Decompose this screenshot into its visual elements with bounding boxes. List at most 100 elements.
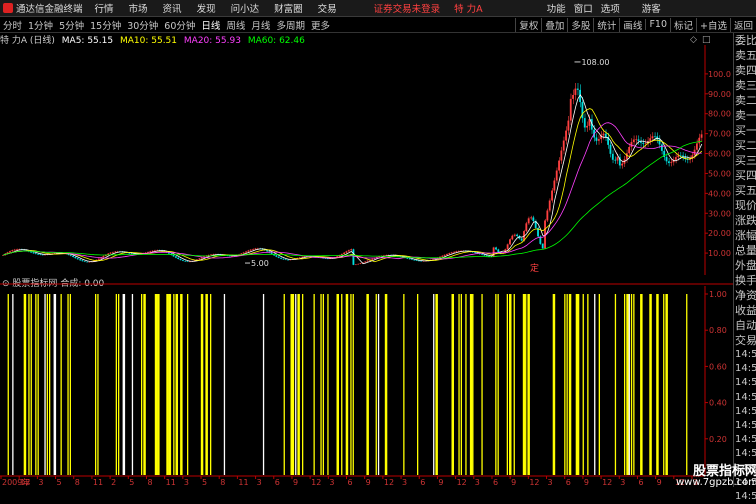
x-tick-label: 5 bbox=[202, 478, 207, 487]
candle-body bbox=[81, 260, 84, 262]
tab-30min[interactable]: 30分钟 bbox=[124, 18, 161, 32]
signal-bar bbox=[118, 294, 120, 475]
draw-line-button[interactable]: 画线 bbox=[619, 17, 645, 32]
quote-field-10: 买五 bbox=[735, 184, 756, 197]
candle-body bbox=[551, 190, 553, 201]
menu-window[interactable]: 窗口 bbox=[574, 1, 593, 15]
tab-15min[interactable]: 15分钟 bbox=[87, 18, 124, 32]
candle-body bbox=[86, 261, 88, 263]
menu-options[interactable]: 选项 bbox=[601, 1, 620, 15]
multi-stock-button[interactable]: 多股 bbox=[567, 17, 593, 32]
candle-body bbox=[357, 263, 360, 265]
menu-wealth-circle[interactable]: 财富圈 bbox=[274, 1, 303, 15]
login-warning[interactable]: 证券交易未登录 bbox=[374, 1, 441, 15]
tab-1min[interactable]: 1分钟 bbox=[25, 18, 56, 32]
menu-news[interactable]: 资讯 bbox=[163, 1, 182, 15]
current-stock-name: 特 力A bbox=[454, 4, 483, 15]
statistics-button[interactable]: 统计 bbox=[593, 17, 619, 32]
signal-bars bbox=[7, 294, 688, 475]
candle-body bbox=[37, 253, 39, 255]
back-button[interactable]: 返回 bbox=[729, 17, 756, 32]
signal-bar bbox=[295, 294, 297, 475]
f10-button[interactable]: F10 bbox=[645, 19, 670, 30]
candle-body bbox=[74, 256, 77, 259]
x-tick-label: 3 bbox=[184, 478, 189, 487]
candle-body bbox=[352, 249, 355, 265]
watermark-title: 股票指标网 bbox=[692, 464, 756, 479]
candle-body bbox=[625, 153, 628, 160]
signal-bar bbox=[384, 294, 388, 475]
menu-trade[interactable]: 交易 bbox=[318, 1, 337, 15]
trade-time-1: 14:5 bbox=[735, 363, 756, 375]
candle-body bbox=[34, 253, 37, 254]
x-tick-label: 3 bbox=[402, 478, 407, 487]
signal-bar bbox=[223, 294, 226, 475]
candle-body bbox=[670, 162, 673, 164]
signal-bar bbox=[302, 294, 304, 475]
signal-bar bbox=[566, 294, 568, 475]
tab-weekly[interactable]: 周线 bbox=[223, 18, 248, 32]
candle-body bbox=[9, 251, 11, 253]
signal-bar bbox=[366, 294, 369, 475]
candle-body bbox=[485, 255, 488, 257]
menu-market[interactable]: 市场 bbox=[129, 1, 148, 15]
menu-assistant[interactable]: 问小达 bbox=[231, 1, 260, 15]
price-tick-label: 70.00 bbox=[708, 130, 731, 139]
tab-60min[interactable]: 60分钟 bbox=[161, 18, 198, 32]
price-tick-label: 100.0 bbox=[708, 70, 731, 79]
signal-bar bbox=[23, 294, 27, 475]
candle-body bbox=[572, 94, 574, 99]
signal-bar bbox=[433, 294, 435, 475]
tab-more[interactable]: 更多 bbox=[308, 18, 333, 32]
signal-bar bbox=[513, 294, 515, 475]
quote-field-20: 交易 bbox=[735, 334, 756, 347]
candle-body bbox=[558, 160, 560, 171]
candle-body bbox=[13, 249, 16, 251]
candle-body bbox=[200, 257, 203, 259]
candle-body bbox=[448, 253, 451, 255]
candle-body bbox=[32, 252, 35, 254]
x-tick-label: 11 bbox=[93, 478, 103, 487]
candle-body bbox=[343, 252, 345, 254]
signal-bar bbox=[44, 294, 46, 475]
chart-area[interactable]: 100.0 90.00 80.00 70.00 60.00 50.00 40.00 30.00… bbox=[0, 45, 733, 487]
candle-body bbox=[497, 249, 500, 253]
signal-bar bbox=[200, 294, 204, 475]
user-guest[interactable]: 游客 bbox=[642, 1, 661, 15]
quote-field-6: 买一 bbox=[735, 124, 756, 137]
candle-body bbox=[553, 180, 556, 191]
overlay-button[interactable]: 叠加 bbox=[541, 17, 567, 32]
tab-multi-period[interactable]: 多周期 bbox=[273, 18, 308, 32]
candle-body bbox=[149, 251, 152, 253]
signal-bar bbox=[587, 294, 589, 475]
x-tick-label: 6 bbox=[348, 478, 353, 487]
menu-quotes[interactable]: 行情 bbox=[95, 1, 114, 15]
candle-body bbox=[109, 252, 112, 254]
signal-bar bbox=[582, 294, 584, 475]
candle-body bbox=[364, 261, 367, 263]
signal-bar bbox=[527, 294, 530, 475]
tab-monthly[interactable]: 月线 bbox=[248, 18, 273, 32]
signal-bar bbox=[141, 294, 143, 475]
watermark: 股票指标网 www.7gpzb.com bbox=[676, 464, 756, 488]
tab-5min[interactable]: 5分钟 bbox=[56, 18, 87, 32]
sub-indicator-pane: 1.00 0.80 0.60 0.40 0.20 bbox=[0, 283, 733, 475]
menu-discover[interactable]: 发现 bbox=[197, 1, 216, 15]
mark-button[interactable]: 标记 bbox=[670, 17, 696, 32]
diamond-icon[interactable]: ◇ bbox=[690, 35, 697, 45]
tab-daily[interactable]: 日线 bbox=[198, 18, 223, 32]
price-tick-label: 20.00 bbox=[708, 229, 731, 238]
candle-body bbox=[128, 252, 131, 254]
square-icon[interactable]: □ bbox=[702, 35, 711, 45]
tab-intraday[interactable]: 分时 bbox=[0, 18, 25, 32]
signal-bar bbox=[37, 294, 39, 475]
candle-body bbox=[207, 255, 210, 256]
candle-body bbox=[574, 88, 577, 95]
restore-rights-button[interactable]: 复权 bbox=[515, 17, 541, 32]
add-watchlist-button[interactable]: +自选 bbox=[696, 17, 730, 32]
signal-bar bbox=[336, 294, 339, 475]
candle-body bbox=[604, 133, 607, 137]
signal-bar bbox=[552, 294, 556, 475]
menu-function[interactable]: 功能 bbox=[547, 1, 566, 15]
trade-time-7: 14:5 bbox=[735, 448, 756, 460]
